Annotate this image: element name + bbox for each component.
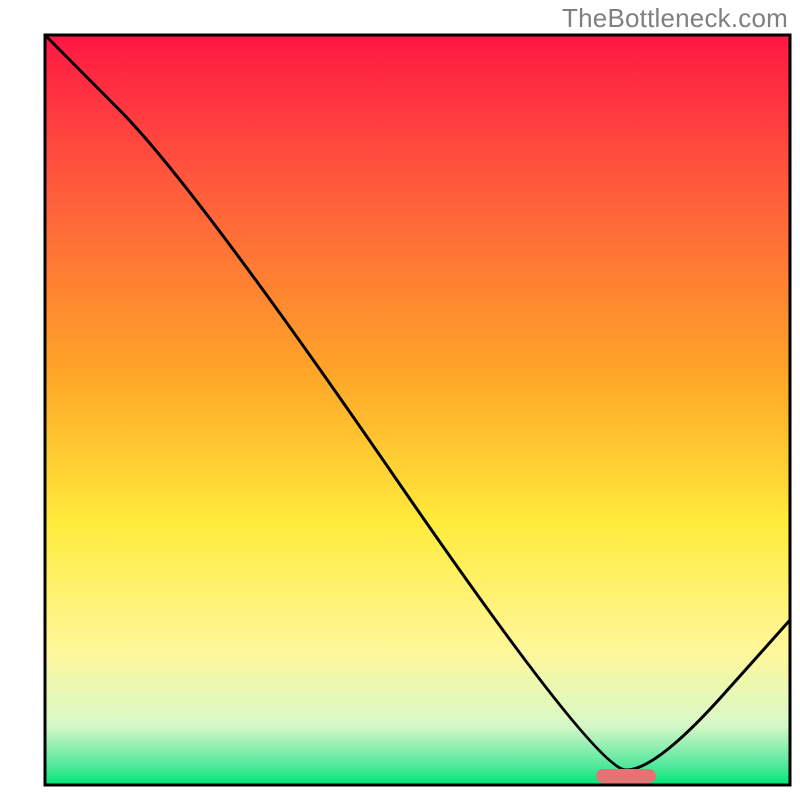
attribution-label: TheBottleneck.com (562, 3, 788, 34)
optimum-marker (596, 769, 656, 783)
gradient-background (45, 35, 790, 785)
bottleneck-chart (0, 0, 800, 800)
chart-frame: TheBottleneck.com (0, 0, 800, 800)
